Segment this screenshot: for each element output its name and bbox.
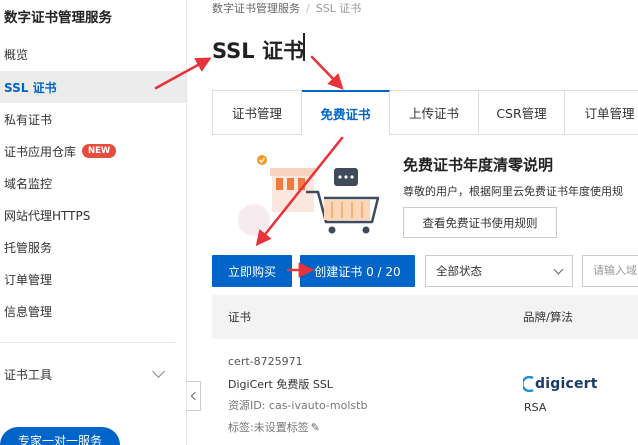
text-caret bbox=[303, 33, 305, 61]
sidebar-item-certificate-repository[interactable]: 证书应用仓库 NEW bbox=[0, 135, 186, 167]
breadcrumb: 数字证书管理服务 / SSL 证书 bbox=[212, 0, 361, 16]
tab-certificate-management[interactable]: 证书管理 bbox=[212, 90, 302, 135]
sidebar: 数字证书管理服务 概览 SSL 证书 私有证书 证书应用仓库 NEW 域名监控 … bbox=[0, 0, 187, 445]
tab-order-management[interactable]: 订单管理 bbox=[565, 90, 638, 135]
sidebar-item-hosting-service[interactable]: 托管服务 bbox=[0, 231, 186, 263]
breadcrumb-current: SSL 证书 bbox=[315, 2, 362, 15]
sidebar-item-label: SSL 证书 bbox=[4, 80, 57, 95]
sidebar-item-domain-monitoring[interactable]: 域名监控 bbox=[0, 167, 186, 199]
chevron-down-icon bbox=[152, 365, 165, 378]
tab-free-certificate[interactable]: 免费证书 bbox=[302, 90, 390, 135]
sidebar-item-label: 订单管理 bbox=[4, 272, 53, 287]
tab-bar: 证书管理 免费证书 上传证书 CSR管理 订单管理 bbox=[212, 90, 638, 135]
chevron-down-icon bbox=[553, 264, 564, 274]
sidebar-item-label: 域名监控 bbox=[4, 176, 53, 191]
sidebar-item-website-proxy-https[interactable]: 网站代理HTTPS bbox=[0, 199, 186, 231]
sidebar-item-information-management[interactable]: 信息管理 bbox=[0, 295, 186, 327]
sidebar-item-label: 概览 bbox=[4, 47, 29, 62]
sidebar-collapse-handle[interactable] bbox=[187, 381, 201, 411]
view-free-cert-rules-button[interactable]: 查看免费证书使用规则 bbox=[403, 207, 557, 238]
cert-tag: 标签:未设置标签 ✎ bbox=[228, 419, 320, 435]
sidebar-item-label: 信息管理 bbox=[4, 304, 53, 319]
page-title: SSL 证书 bbox=[212, 39, 304, 63]
new-badge: NEW bbox=[82, 144, 117, 158]
app-root: 数字证书管理服务 概览 SSL 证书 私有证书 证书应用仓库 NEW 域名监控 … bbox=[0, 0, 638, 445]
status-select-value: 全部状态 bbox=[436, 264, 482, 278]
create-certificate-button[interactable]: 创建证书 0 / 20 bbox=[300, 255, 415, 287]
arrow-to-free-tab bbox=[310, 55, 344, 90]
digicert-mark-icon bbox=[523, 376, 534, 392]
algorithm: RSA bbox=[524, 401, 547, 414]
sidebar-item-private-certificate[interactable]: 私有证书 bbox=[0, 103, 186, 135]
sidebar-item-label: 网站代理HTTPS bbox=[4, 208, 91, 223]
buy-now-button[interactable]: 立即购买 bbox=[212, 255, 292, 287]
sidebar-item-label: 证书应用仓库 bbox=[4, 144, 77, 159]
promo-title: 免费证书年度清零说明 bbox=[403, 156, 554, 174]
search-input[interactable]: 请输入域 bbox=[582, 255, 638, 287]
sidebar-item-certificate-tools[interactable]: 证书工具 bbox=[0, 358, 175, 390]
shopping-cart-illustration bbox=[238, 155, 380, 236]
cert-name: DigiCert 免费版 SSL bbox=[228, 378, 333, 391]
sidebar-item-label: 证书工具 bbox=[4, 367, 53, 382]
table-header: 证书 品牌/算法 bbox=[212, 295, 638, 339]
tab-csr-management[interactable]: CSR管理 bbox=[479, 90, 565, 135]
tag-label: 标签:未设置标签 bbox=[228, 421, 309, 434]
resource-id: 资源ID: cas-ivauto-molstb bbox=[228, 399, 368, 412]
status-select[interactable]: 全部状态 bbox=[425, 255, 573, 287]
column-header-certificate: 证书 bbox=[228, 310, 251, 324]
promo-description: 尊敬的用户，根据阿里云免费证书年度使用规 bbox=[403, 185, 623, 198]
edit-pencil-icon[interactable]: ✎ bbox=[311, 421, 320, 434]
sidebar-item-overview[interactable]: 概览 bbox=[0, 38, 186, 70]
sidebar-title: 数字证书管理服务 bbox=[4, 10, 112, 26]
sidebar-divider bbox=[0, 342, 175, 343]
cert-id: cert-8725971 bbox=[228, 355, 303, 368]
sidebar-item-order-management[interactable]: 订单管理 bbox=[0, 263, 186, 295]
breadcrumb-link[interactable]: 数字证书管理服务 bbox=[212, 2, 300, 15]
expert-service-button[interactable]: 专家一对一服务 bbox=[0, 427, 120, 445]
digicert-logo: digicert bbox=[523, 374, 598, 394]
sidebar-item-label: 私有证书 bbox=[4, 112, 53, 127]
tab-upload-certificate[interactable]: 上传证书 bbox=[390, 90, 479, 135]
breadcrumb-separator: / bbox=[306, 2, 310, 15]
chevron-left-icon bbox=[190, 391, 200, 401]
sidebar-item-label: 托管服务 bbox=[4, 240, 53, 255]
sidebar-item-ssl-certificate[interactable]: SSL 证书 bbox=[0, 71, 186, 103]
brand-name: digicert bbox=[535, 376, 598, 392]
column-header-brand-algorithm: 品牌/算法 bbox=[523, 310, 573, 324]
